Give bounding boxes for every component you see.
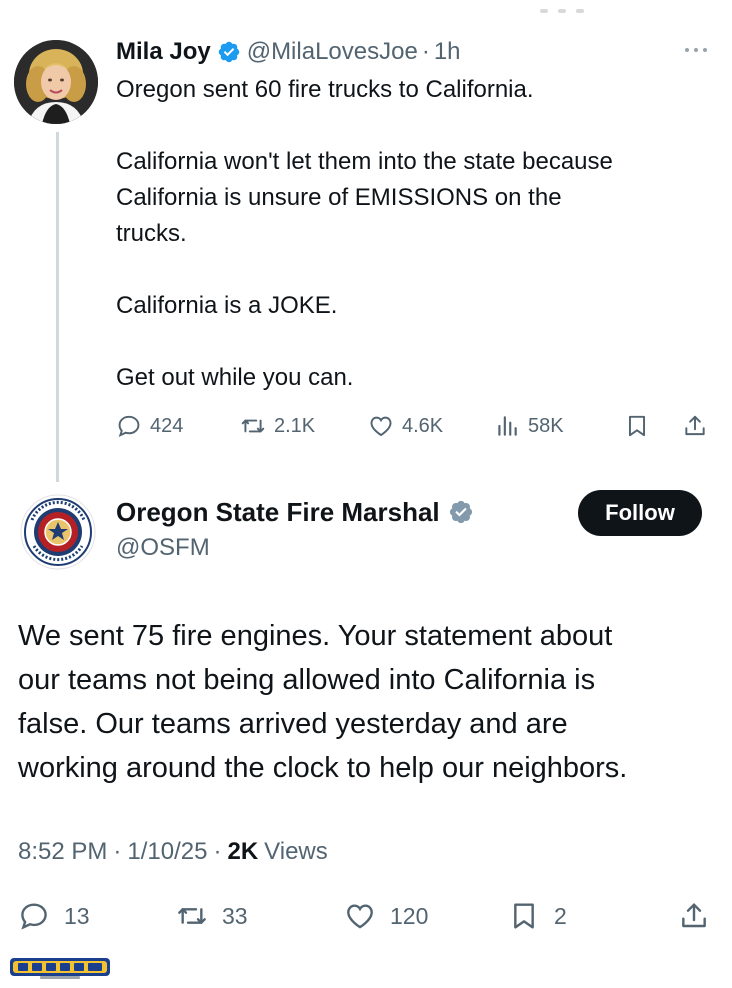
tweet-text-line: California won't let them into the state… [116,148,613,175]
like-button[interactable]: 4.6K [368,408,443,444]
tweet-text-line: our teams not being allowed into Califor… [18,664,596,696]
share-button[interactable] [678,894,724,938]
separator-dot: · [113,838,122,865]
site-watermark-logo [10,956,110,980]
repost-count: 33 [222,902,248,929]
tweet-text-line: Get out while you can. [116,364,354,391]
separator-dot: · [213,838,222,865]
author-name[interactable]: Oregon State Fire Marshal [116,497,440,528]
heart-icon [370,416,392,437]
tweet-text: Oregon sent 60 fire trucks to California… [116,72,716,396]
reply-count: 13 [64,902,90,929]
tweet-text-blank [116,252,716,288]
tweet-action-bar: 424 2.1K 4.6K 58K [116,408,716,444]
bookmark-button[interactable] [624,408,658,444]
bookmark-button[interactable]: 2 [508,894,567,938]
reply-icon [21,903,47,930]
tweet-text-line: false. Our teams arrived yesterday and a… [18,708,568,740]
repost-count: 2.1K [274,414,316,437]
tweet-text-line: We sent 75 fire engines. Your statement … [18,620,613,652]
osfm-logo-avatar[interactable] [20,494,96,570]
bookmark-count: 2 [554,902,567,929]
repost-button[interactable]: 33 [176,894,248,938]
tweet-text-line: trucks. [116,220,187,247]
views-count: 2K [227,838,259,865]
tweet-text-blank [116,108,716,144]
reply-button[interactable]: 13 [18,894,90,938]
views-label: Views [264,838,328,865]
like-count: 4.6K [402,414,444,437]
share-icon [685,415,705,436]
post-date[interactable]: 1/10/25 [127,838,207,866]
repost-icon [241,419,265,433]
share-button[interactable] [682,408,716,444]
reply-icon [118,415,140,438]
like-button[interactable]: 120 [344,894,428,938]
tweet-text-line: California is unsure of EMISSIONS on the [116,184,562,211]
separator-dot: · [421,38,430,65]
tweet-text-line: California is a JOKE. [116,292,338,319]
avatar[interactable] [14,40,98,124]
timestamp[interactable]: 1h [434,38,461,66]
repost-button[interactable]: 2.1K [240,408,315,444]
share-icon [682,903,706,928]
like-count: 120 [390,902,429,929]
thread-connector-line [56,132,59,482]
tweet-text-blank [116,324,716,360]
tweet-meta: 8:52 PM · 1/10/25 · 2K Views [18,834,328,870]
bookmark-icon [514,903,534,929]
main-tweet-action-bar: 13 33 120 2 [18,894,718,938]
parent-tweet[interactable]: Mila Joy @MilaLovesJoe · 1h Oregon sent … [0,0,732,482]
main-author-name-row: Oregon State Fire Marshal [116,494,474,530]
post-time[interactable]: 8:52 PM [18,838,107,866]
tweet-header: Mila Joy @MilaLovesJoe · 1h [116,34,461,70]
author-handle[interactable]: @MilaLovesJoe [247,38,418,66]
follow-button[interactable]: Follow [578,490,702,536]
heart-icon [347,904,373,929]
bookmark-icon [628,415,646,437]
reply-count: 424 [150,414,184,437]
views-count: 58K [528,414,564,437]
repost-icon [178,908,206,924]
verified-badge-icon [217,40,241,64]
more-dots-icon[interactable] [676,40,716,60]
views-chart-icon [498,416,517,436]
reply-button[interactable]: 424 [116,408,183,444]
author-handle[interactable]: @OSFM [116,532,210,564]
tweet-text-line: working around the clock to help our nei… [18,752,628,784]
main-tweet-text: We sent 75 fire engines. Your statement … [18,614,718,790]
views-button[interactable]: 58K [494,408,564,444]
verified-gray-badge-icon [448,499,474,525]
author-name[interactable]: Mila Joy [116,38,211,66]
tweet-text-line: Oregon sent 60 fire trucks to California… [116,76,534,103]
